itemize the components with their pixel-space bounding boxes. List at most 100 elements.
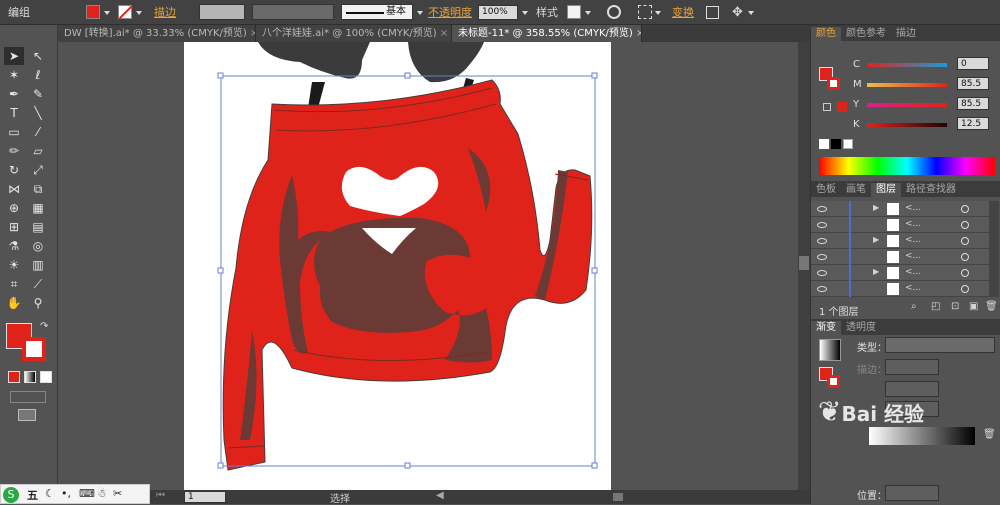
black-swatch[interactable]: [831, 139, 841, 149]
stroke-color-box[interactable]: [22, 337, 46, 361]
align-caret-icon[interactable]: [655, 11, 661, 15]
stroke-profile-dropdown[interactable]: 基本: [341, 4, 413, 20]
color-mode-icon[interactable]: [8, 371, 20, 383]
tab-brushes[interactable]: 画笔: [841, 183, 871, 197]
close-icon[interactable]: ×: [440, 28, 448, 39]
eye-icon[interactable]: [817, 238, 827, 244]
rotate-tool-icon[interactable]: ↻: [4, 161, 24, 179]
screen-mode-icon[interactable]: [18, 409, 36, 421]
opacity-caret-icon[interactable]: [522, 11, 528, 15]
opacity-input[interactable]: 100%: [478, 5, 518, 20]
target-icon[interactable]: [961, 253, 969, 261]
ime-mode-label[interactable]: 五: [27, 487, 38, 503]
layer-row[interactable]: ▶ <...: [811, 265, 989, 281]
target-icon[interactable]: [961, 285, 969, 293]
shape-builder-icon[interactable]: ⊕: [4, 199, 24, 217]
layer-row[interactable]: <...: [811, 281, 989, 297]
eyedropper-icon[interactable]: ⚗: [4, 237, 24, 255]
curvature-tool-icon[interactable]: ✎: [28, 85, 48, 103]
none-swatch[interactable]: [819, 139, 829, 149]
arrange-caret-icon[interactable]: [748, 11, 754, 15]
target-icon[interactable]: [961, 269, 969, 277]
tab-pathfinder[interactable]: 路径查找器: [901, 183, 961, 197]
recolor-icon[interactable]: [607, 5, 621, 19]
skin-icon[interactable]: ☃: [97, 487, 107, 500]
paintbrush-icon[interactable]: ⁄: [28, 123, 48, 141]
eye-icon[interactable]: [817, 270, 827, 276]
eye-icon[interactable]: [817, 222, 827, 228]
gradient-preview[interactable]: [819, 339, 841, 361]
expand-arrow-icon[interactable]: ▶: [873, 203, 879, 212]
width-tool-icon[interactable]: ⋈: [4, 180, 24, 198]
scroll-thumb[interactable]: [799, 256, 809, 270]
stroke-weight-field[interactable]: [199, 4, 245, 20]
symbol-sprayer-icon[interactable]: ☀: [4, 256, 24, 274]
target-icon[interactable]: [961, 205, 969, 213]
white-swatch[interactable]: [843, 139, 853, 149]
align-icon[interactable]: [638, 5, 652, 19]
delete-layer-icon[interactable]: 🗑: [985, 301, 998, 312]
layer-row[interactable]: ▶ <...: [811, 201, 989, 217]
tab-color-guide[interactable]: 颜色参考: [841, 27, 891, 41]
eye-icon[interactable]: [817, 286, 827, 292]
keyboard-icon[interactable]: ⌨: [79, 487, 95, 500]
tab-layers[interactable]: 图层: [871, 183, 901, 197]
variable-width-dropdown[interactable]: [252, 4, 334, 20]
stroke-label[interactable]: 描边: [154, 0, 176, 25]
eye-icon[interactable]: [817, 206, 827, 212]
column-graph-icon[interactable]: ▥: [28, 256, 48, 274]
fill-swatch[interactable]: [86, 5, 100, 19]
stroke-dropdown-icon[interactable]: [136, 11, 142, 15]
transform-label[interactable]: 变换: [672, 0, 694, 25]
delete-stop-icon[interactable]: 🗑: [983, 429, 996, 440]
eraser-icon[interactable]: ▱: [28, 142, 48, 160]
gradient-tool-icon[interactable]: ▤: [28, 218, 48, 236]
ime-logo-icon[interactable]: S: [3, 487, 19, 503]
fill-dropdown-icon[interactable]: [104, 11, 110, 15]
artboard-tool-icon[interactable]: ⌗: [4, 275, 24, 293]
perspective-grid-icon[interactable]: ▦: [28, 199, 48, 217]
hand-tool-icon[interactable]: ✋: [4, 294, 24, 312]
clipping-mask-icon[interactable]: ◰: [931, 301, 940, 312]
gradient-stroke-buttons[interactable]: [885, 359, 939, 375]
free-transform-icon[interactable]: ⧉: [28, 180, 48, 198]
stroke-profile-caret-icon[interactable]: [417, 11, 423, 15]
artboard-number-field[interactable]: 1: [184, 491, 226, 503]
channel-y-input[interactable]: 85.5: [957, 97, 989, 110]
channel-k-input[interactable]: 12.5: [957, 117, 989, 130]
eye-icon[interactable]: [817, 254, 827, 260]
layer-row[interactable]: ▶ <...: [811, 233, 989, 249]
out-of-gamut-swatch[interactable]: [837, 102, 847, 112]
none-mode-icon[interactable]: [40, 371, 52, 383]
tab-swatches[interactable]: 色板: [811, 183, 841, 197]
tab-document-3[interactable]: 未标题-11* @ 358.55% (CMYK/预览) ×: [452, 25, 642, 42]
target-icon[interactable]: [961, 221, 969, 229]
first-artboard-icon[interactable]: ⏮: [156, 490, 165, 501]
panel-stroke-swatch[interactable]: [827, 77, 840, 90]
line-tool-icon[interactable]: ╲: [28, 104, 48, 122]
slice-tool-icon[interactable]: ⟋: [28, 275, 48, 293]
scroll-left-icon[interactable]: ◀: [436, 490, 444, 501]
channel-m-input[interactable]: 85.5: [957, 77, 989, 90]
expand-arrow-icon[interactable]: ▶: [873, 267, 879, 276]
color-spectrum[interactable]: [819, 157, 995, 175]
scale-tool-icon[interactable]: ⤢: [28, 161, 48, 179]
arrange-icon[interactable]: ✥: [732, 0, 743, 25]
canvas[interactable]: [58, 42, 798, 490]
tab-color[interactable]: 颜色: [811, 27, 841, 41]
target-icon[interactable]: [961, 237, 969, 245]
layer-row[interactable]: <...: [811, 217, 989, 233]
stroke-swatch[interactable]: [118, 5, 133, 20]
tab-gradient[interactable]: 渐变: [811, 321, 841, 335]
h-scroll-thumb[interactable]: [613, 493, 623, 501]
direct-selection-tool-icon[interactable]: ↖: [28, 47, 48, 65]
blend-tool-icon[interactable]: ◎: [28, 237, 48, 255]
tab-transparency[interactable]: 透明度: [841, 321, 881, 335]
expand-arrow-icon[interactable]: ▶: [873, 235, 879, 244]
channel-k-slider[interactable]: [867, 123, 947, 127]
gradient-type-dropdown[interactable]: [885, 337, 995, 353]
type-tool-icon[interactable]: T: [4, 104, 24, 122]
channel-c-input[interactable]: 0: [957, 57, 989, 70]
swap-colors-icon[interactable]: ↷: [40, 321, 48, 332]
gradient-position-field[interactable]: [885, 485, 939, 501]
